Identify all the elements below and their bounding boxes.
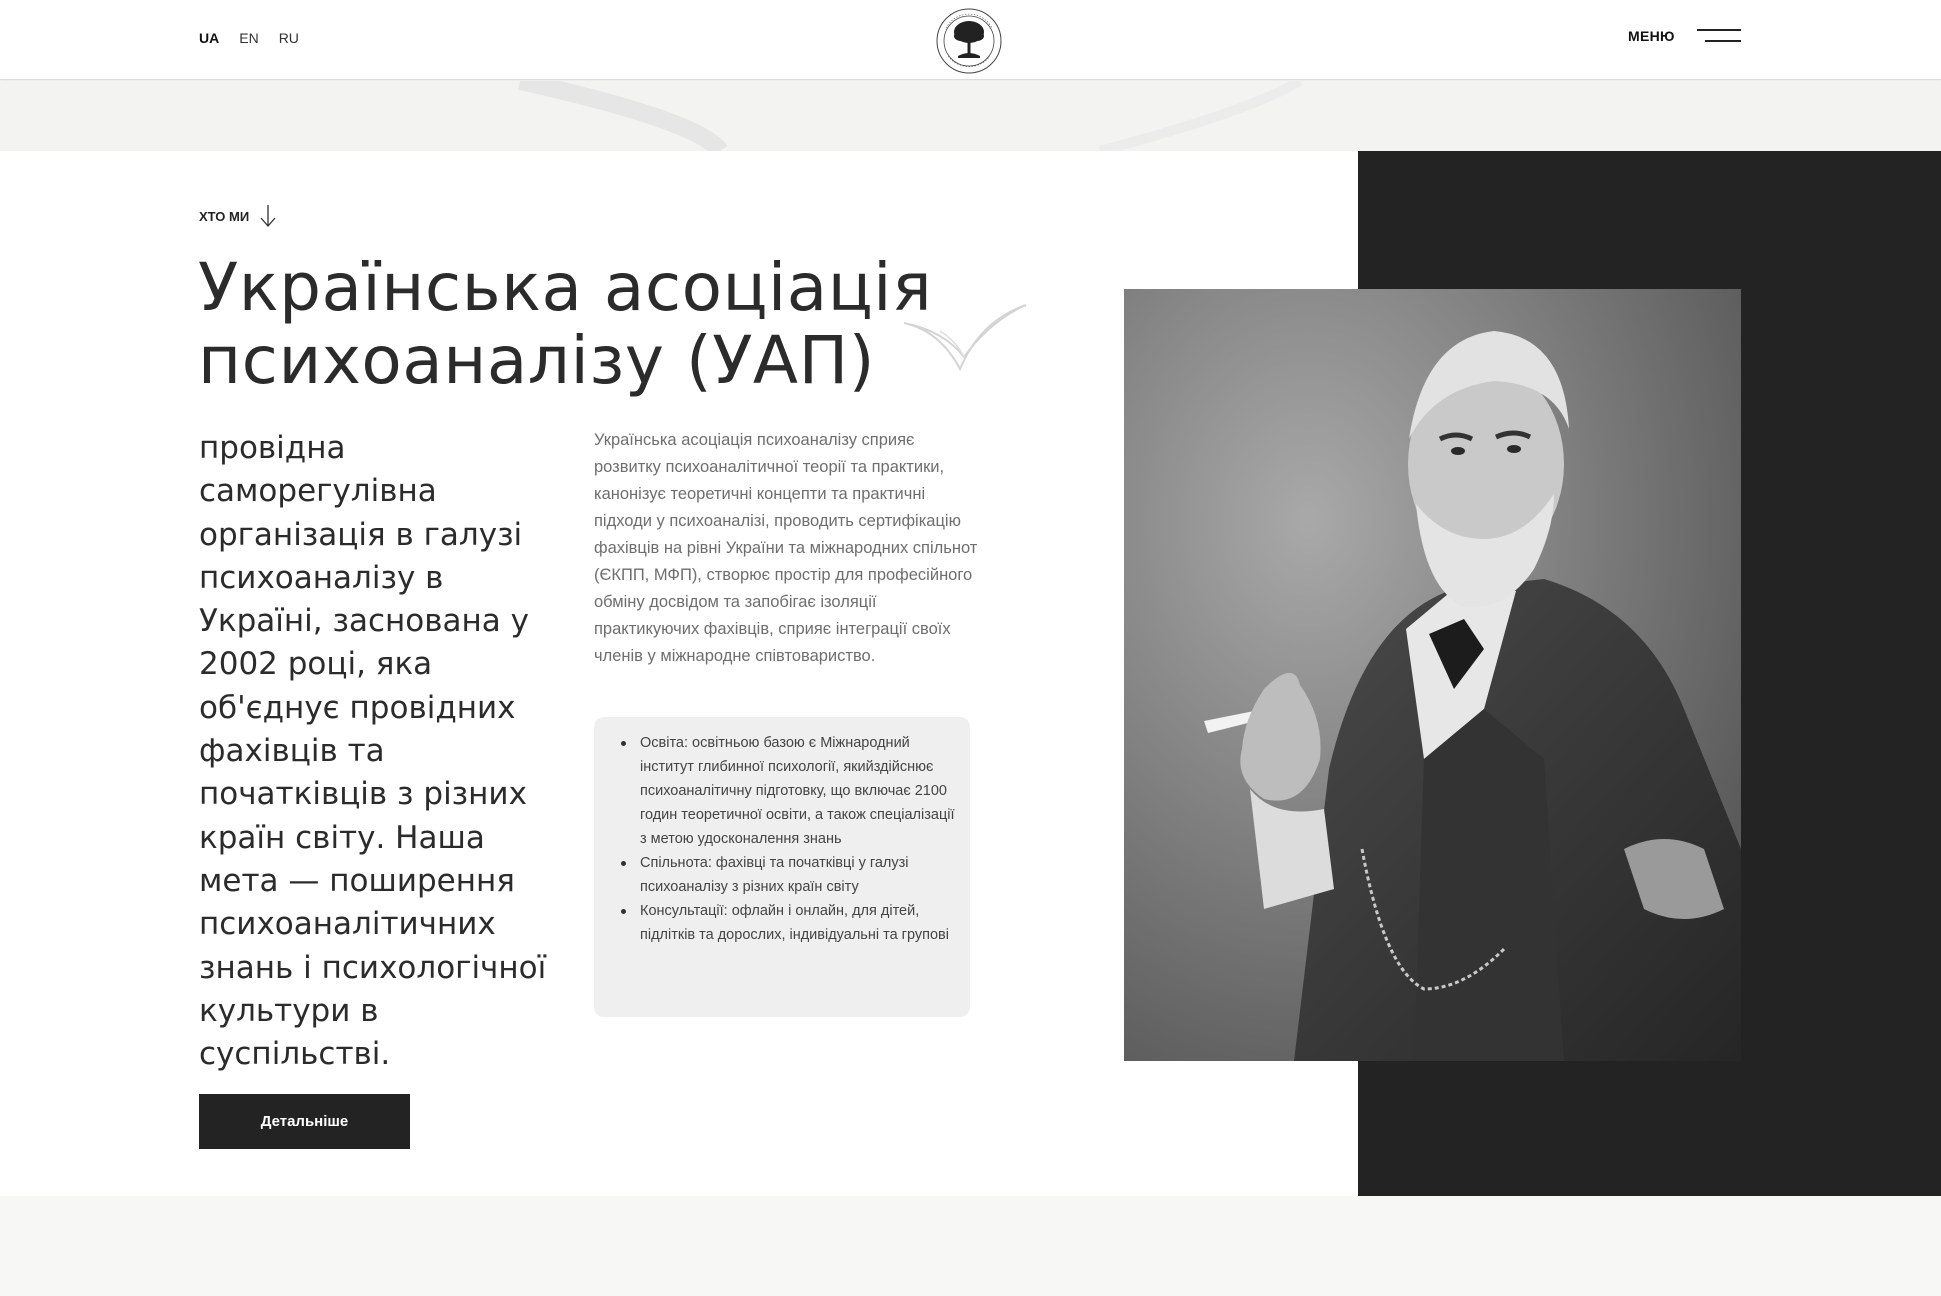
burger-icon bbox=[1695, 29, 1741, 43]
arrow-down-icon bbox=[260, 205, 276, 227]
lead-text: провідна саморегулівна організація в гал… bbox=[199, 430, 547, 1073]
about-section: ХТО МИ Українська асоціація психоаналізу… bbox=[0, 151, 1941, 1196]
menu-button[interactable]: МЕНЮ bbox=[1628, 28, 1741, 44]
bullet-education: Освіта: освітньою базою є Міжнародний ін… bbox=[608, 731, 956, 851]
bullet-consultations: Консультації: офлайн і онлайн, для дітей… bbox=[608, 899, 956, 947]
tree-seal-logo[interactable] bbox=[934, 6, 1004, 76]
eyebrow-label: ХТО МИ bbox=[199, 208, 250, 224]
description-text: Українська асоціація психоаналізу сприяє… bbox=[594, 431, 978, 665]
bottom-strip bbox=[0, 1196, 1941, 1296]
site-header: UA EN RU МЕНЮ bbox=[0, 0, 1941, 80]
lang-ua[interactable]: UA bbox=[199, 30, 219, 46]
hero-band bbox=[0, 81, 1941, 151]
bullet-list: Освіта: освітньою базою є Міжнародний ін… bbox=[608, 731, 956, 947]
decorative-swoosh bbox=[518, 81, 1303, 151]
lang-ru[interactable]: RU bbox=[279, 30, 299, 46]
page-title: Українська асоціація психоаналізу (УАП) bbox=[198, 249, 933, 399]
menu-label: МЕНЮ bbox=[1628, 28, 1675, 44]
bullet-community: Спільнота: фахівці та початківці у галуз… bbox=[608, 851, 956, 899]
section-eyebrow: ХТО МИ bbox=[199, 203, 277, 229]
info-box: Освіта: освітньою базою є Міжнародний ін… bbox=[594, 717, 970, 1017]
bird-decoration-icon bbox=[903, 304, 1027, 372]
portrait-photo bbox=[1124, 289, 1741, 1061]
details-button[interactable]: Детальніше bbox=[199, 1094, 410, 1149]
lang-en[interactable]: EN bbox=[239, 30, 258, 46]
language-switcher: UA EN RU bbox=[199, 30, 299, 46]
